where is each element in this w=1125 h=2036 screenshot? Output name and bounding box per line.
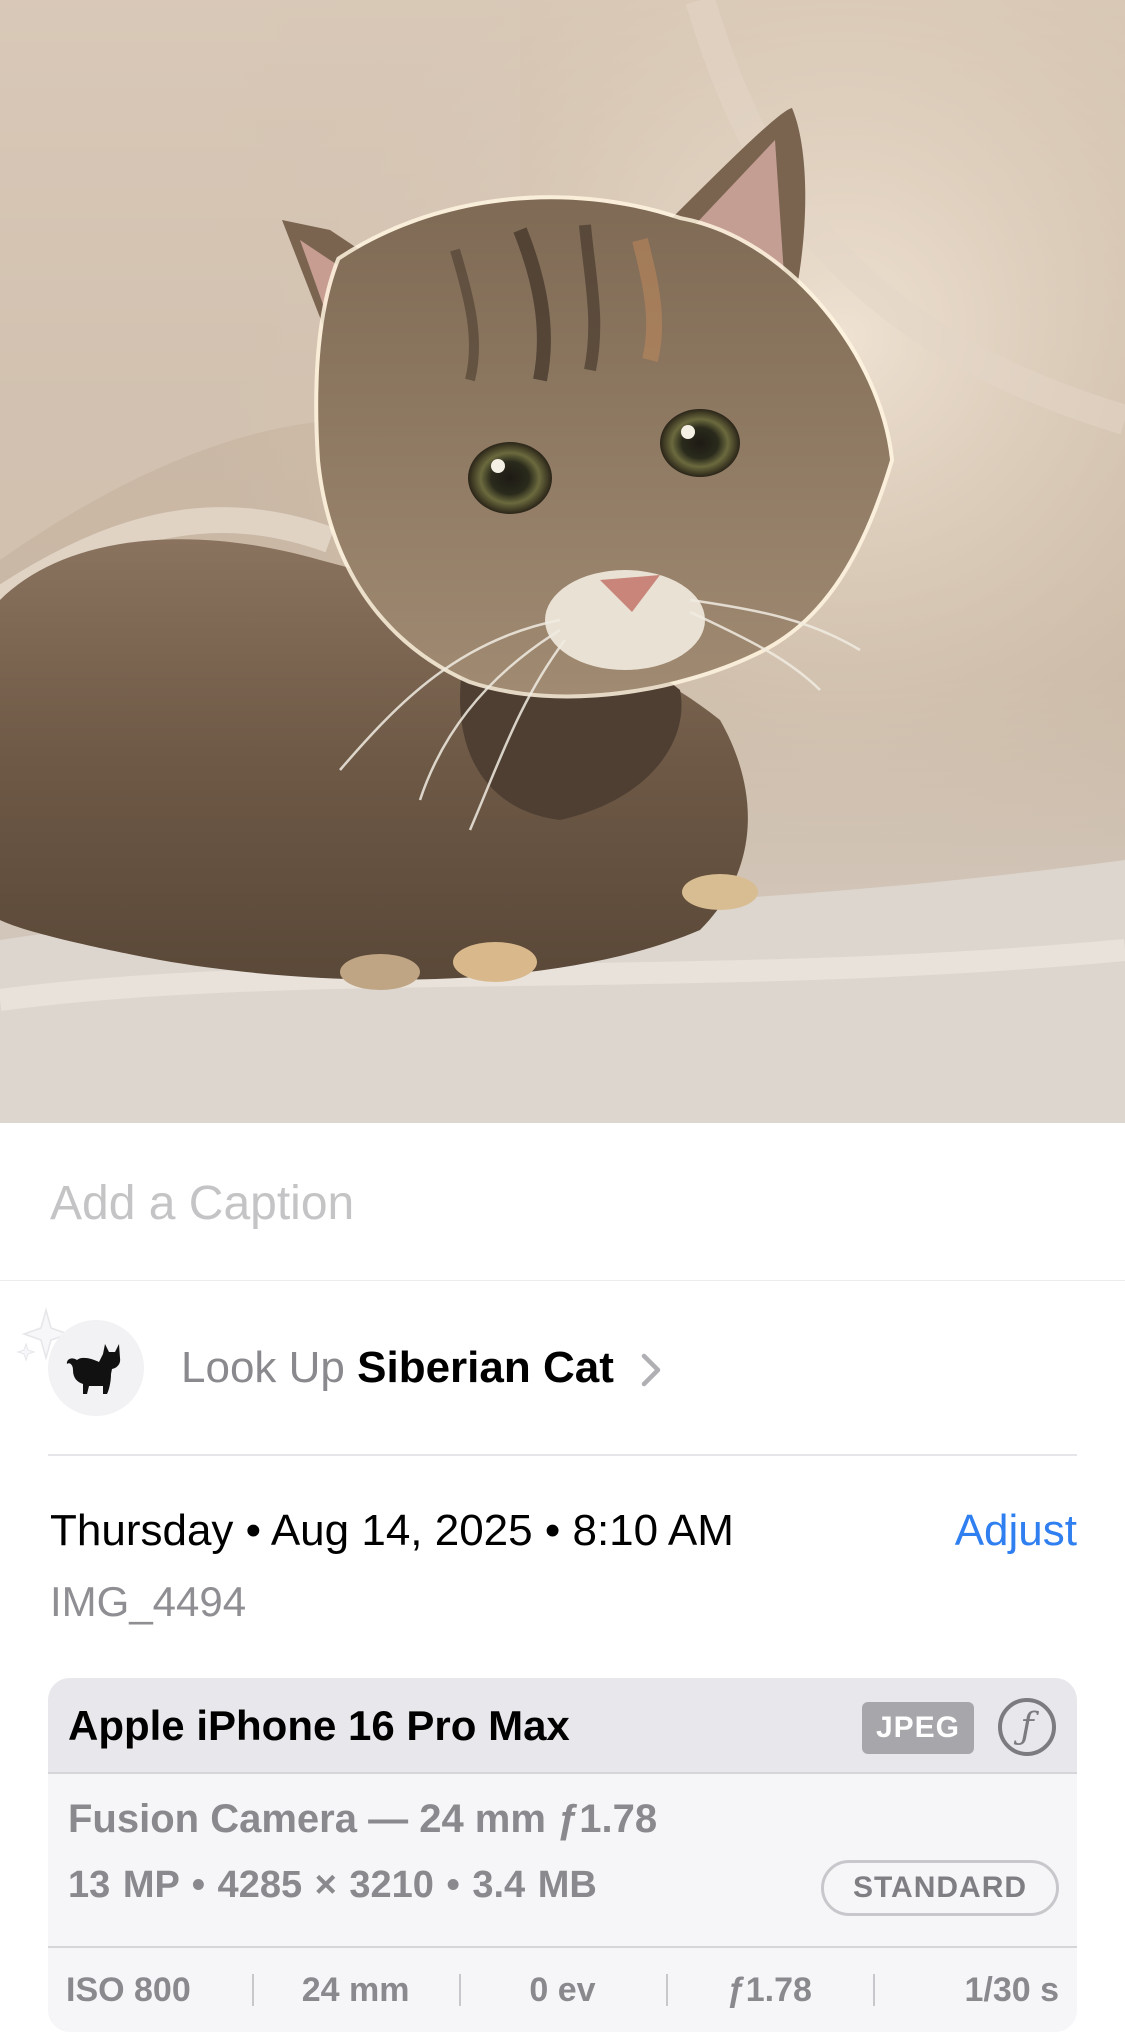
stat-iso: ISO 800 — [66, 1971, 191, 2009]
cat-icon — [66, 1344, 121, 1394]
cat-icon-badge — [48, 1320, 144, 1416]
look-up-prefix: Look Up — [181, 1343, 345, 1392]
cat-photo — [0, 0, 1125, 1123]
exif-card: Apple iPhone 16 Pro Max JPEG ƒ Fusion Ca… — [48, 1678, 1077, 2032]
caption-area — [0, 1123, 1125, 1281]
adjust-button[interactable]: Adjust — [955, 1503, 1077, 1559]
stat-focal-length: 24 mm — [252, 1970, 459, 2010]
stat-shutter-speed: 1/30 s — [872, 1970, 1077, 2010]
look-up-button[interactable]: Look Up Siberian Cat — [16, 1307, 1077, 1456]
lens-info: Fusion Camera — 24 mm ƒ1.78 — [68, 1797, 658, 1841]
exif-stats: ISO 800 24 mm 0 ev ƒ1.78 1/30 s — [48, 1946, 1077, 2032]
device-name: Apple iPhone 16 Pro Max — [68, 1702, 570, 1749]
caption-input[interactable] — [50, 1175, 1050, 1231]
look-up-label: Look Up Siberian Cat — [181, 1342, 662, 1394]
look-up-subject: Siberian Cat — [357, 1343, 614, 1392]
chevron-right-icon — [641, 1354, 661, 1387]
date-row: Thursday • Aug 14, 2025 • 8:10 AM Adjust — [50, 1503, 1077, 1559]
photo[interactable] — [0, 0, 1125, 1123]
filename: IMG_4494 — [50, 1578, 247, 1625]
exif-header: Apple iPhone 16 Pro Max JPEG ƒ — [48, 1678, 1077, 1774]
photographic-style-badge: STANDARD — [821, 1860, 1059, 1916]
stat-aperture: ƒ1.78 — [665, 1970, 873, 2010]
format-badge: JPEG — [862, 1702, 974, 1754]
date-time: Thursday • Aug 14, 2025 • 8:10 AM — [50, 1506, 734, 1555]
f-stop-icon[interactable]: ƒ — [998, 1698, 1056, 1756]
stat-exposure-value: 0 ev — [459, 1970, 666, 2010]
image-specs: 13 MP • 4285 × 3210 • 3.4 MB — [68, 1864, 597, 1906]
